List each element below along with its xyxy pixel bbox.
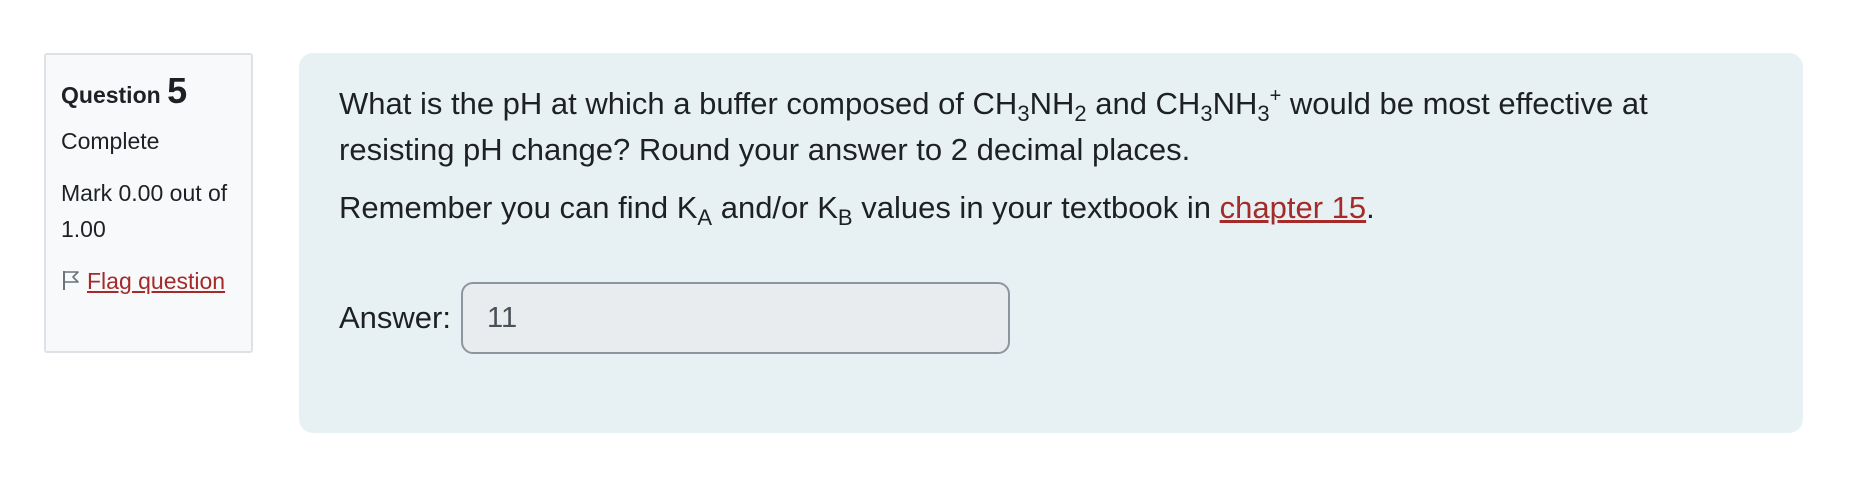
question-state: Complete: [61, 128, 160, 154]
answer-input[interactable]: [460, 282, 1010, 354]
question-label: Question: [61, 82, 161, 108]
question-number-heading: Question 5: [61, 73, 236, 109]
flag-question[interactable]: Flag question: [61, 263, 236, 299]
flag-question-link[interactable]: Flag question: [87, 268, 225, 294]
remember-text: Remember you can find KA and/or KB value…: [339, 190, 1375, 230]
question-info-panel: Question 5 Complete Mark 0.00 out of 1.0…: [44, 53, 253, 353]
quiz-page: Question 5 Complete Mark 0.00 out of 1.0…: [0, 0, 1862, 480]
question-number: 5: [167, 70, 188, 111]
question-grade: Mark 0.00 out of 1.00: [61, 180, 228, 242]
flag-outline-icon: [63, 271, 79, 290]
chapter-link[interactable]: chapter 15: [1220, 190, 1367, 225]
question-text: What is the pH at which a buffer compose…: [339, 85, 1648, 167]
answer-row: Answer:: [339, 282, 1010, 354]
answer-label: Answer:: [339, 300, 451, 335]
question-content: What is the pH at which a buffer compose…: [299, 53, 1803, 433]
